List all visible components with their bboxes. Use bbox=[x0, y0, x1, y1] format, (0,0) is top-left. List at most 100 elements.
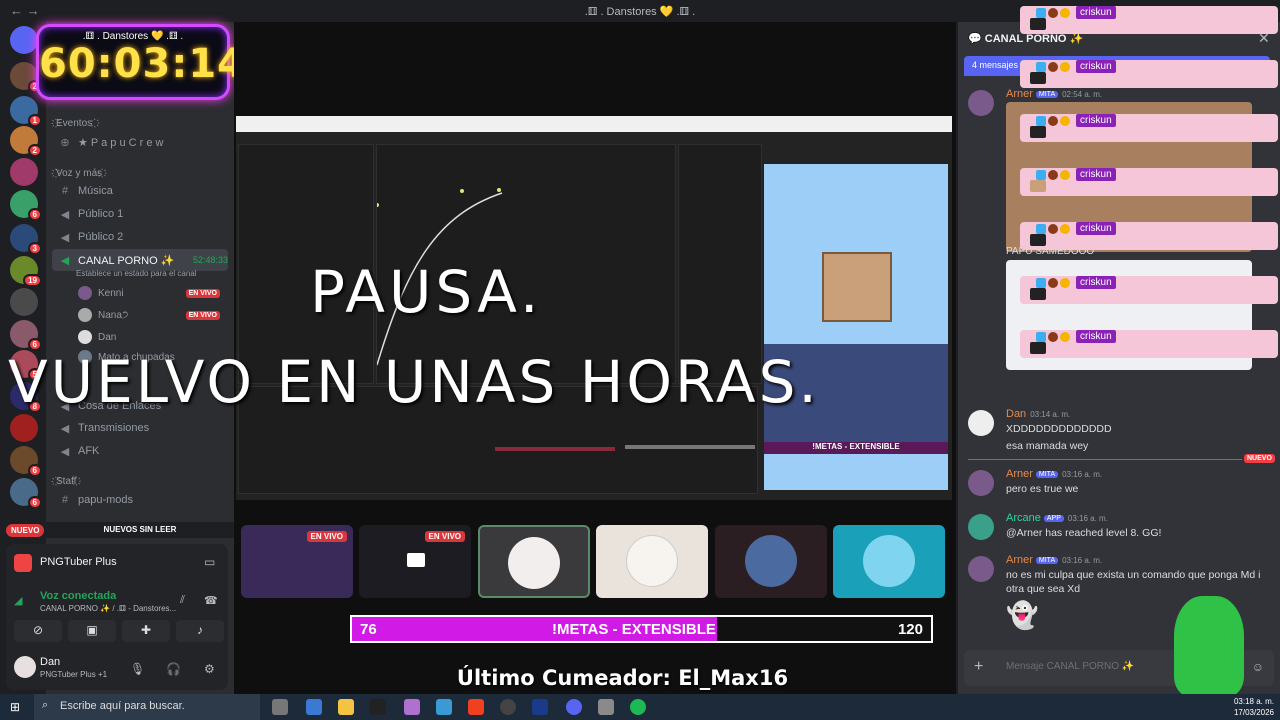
channel-musica[interactable]: # Música bbox=[58, 181, 228, 201]
noise-icon[interactable]: ⫽ bbox=[180, 594, 185, 607]
avatar bbox=[508, 537, 560, 589]
taskbar-search[interactable]: ⌕ Escribe aquí para buscar. bbox=[34, 694, 260, 720]
metas-label: !METAS - EXTENSIBLE bbox=[552, 621, 716, 638]
speaker-icon: ◀ bbox=[60, 208, 70, 221]
taskbar: ⊞ ⌕ Escribe aquí para buscar. 03:18 a. m.… bbox=[0, 694, 1280, 720]
stream-tile[interactable]: EN VIVO bbox=[241, 525, 353, 598]
channel-status-hint[interactable]: Establece un estado para el canal bbox=[76, 267, 228, 279]
server-icon[interactable]: 6 bbox=[10, 446, 42, 477]
spotify-icon[interactable] bbox=[630, 699, 646, 715]
voice-channel[interactable]: CANAL PORNO ✨ / .⚅ - Danstores... bbox=[40, 604, 176, 613]
speaker-icon: ◀ bbox=[60, 231, 70, 244]
soundboard-button[interactable]: ♪ bbox=[176, 620, 224, 642]
ae-menubar bbox=[236, 116, 952, 132]
server-icon[interactable]: 6 bbox=[10, 320, 42, 351]
pause-overlay-line1: PAUSA. bbox=[310, 258, 543, 326]
voice-user[interactable]: Dan bbox=[78, 328, 228, 346]
category-eventos[interactable]: ҉Eventos ҉ bbox=[56, 118, 95, 129]
chat-text: esa mamada wey bbox=[1006, 440, 1089, 452]
brave-icon[interactable] bbox=[468, 699, 484, 715]
papu-crew-label[interactable]: ⊕ ★ P a p u C r e w bbox=[58, 132, 228, 152]
category-voz[interactable]: ҉Voz y más҉ bbox=[56, 168, 102, 179]
folder-icon[interactable] bbox=[338, 699, 354, 715]
headphones-icon[interactable]: 🎧 bbox=[166, 662, 181, 676]
mic-icon[interactable]: 🎙 bbox=[130, 662, 145, 676]
alert-row: criskun bbox=[1020, 168, 1278, 196]
unread-banner[interactable]: NUEVOS SIN LEER bbox=[46, 522, 234, 538]
voice-status[interactable]: Voz conectada bbox=[40, 590, 116, 602]
avatar[interactable] bbox=[968, 470, 994, 496]
discord-home-icon[interactable] bbox=[10, 26, 38, 54]
timer-value: 60:03:14 bbox=[39, 41, 246, 87]
server-icon[interactable]: 19 bbox=[10, 256, 42, 287]
activities-button[interactable]: ✚ bbox=[122, 620, 170, 642]
avatar bbox=[78, 308, 92, 322]
taskbar-app-icon[interactable] bbox=[272, 699, 288, 715]
avatar bbox=[78, 330, 92, 344]
taskbar-app-icon[interactable] bbox=[598, 699, 614, 715]
avatar[interactable] bbox=[968, 514, 994, 540]
server-icon[interactable] bbox=[10, 288, 38, 316]
taskbar-app-icon[interactable] bbox=[436, 699, 452, 715]
channel-afk[interactable]: ◀ AFK bbox=[58, 441, 228, 461]
alert-row: criskun bbox=[1020, 6, 1278, 34]
server-icon[interactable] bbox=[10, 158, 38, 186]
discord-icon[interactable] bbox=[566, 699, 582, 715]
speaker-icon: ◀ bbox=[60, 445, 70, 458]
server-icon[interactable]: 3 bbox=[10, 224, 42, 255]
stream-button[interactable]: ▣ bbox=[68, 620, 116, 642]
alert-row: criskun bbox=[1020, 222, 1278, 250]
cat-picture bbox=[822, 252, 892, 322]
channel-publico-1[interactable]: ◀ Público 1 bbox=[58, 204, 228, 224]
server-icon[interactable]: 6 bbox=[10, 190, 42, 221]
avatar[interactable] bbox=[968, 410, 994, 436]
server-icon[interactable]: 1 bbox=[10, 96, 42, 127]
server-icon[interactable]: 6 bbox=[10, 478, 42, 509]
category-staff[interactable]: ҉Staff҉ bbox=[56, 476, 76, 487]
hash-icon: # bbox=[61, 494, 69, 506]
user-status: PNGTuber Plus +1 bbox=[40, 670, 108, 679]
voice-user-tile[interactable] bbox=[833, 525, 945, 598]
nuevo-divider-badge: NUEVO bbox=[1244, 454, 1275, 463]
new-divider bbox=[968, 459, 1242, 460]
server-icon[interactable]: 2 bbox=[10, 62, 42, 93]
speaker-icon: ◀ bbox=[60, 422, 70, 435]
obs-icon[interactable] bbox=[500, 699, 516, 715]
taskbar-app-icon[interactable] bbox=[370, 699, 386, 715]
stream-timer: .⚅ . Danstores 💛 .⚅ . 60:03:14 bbox=[36, 24, 246, 100]
avatar bbox=[78, 286, 92, 300]
settings-gear-icon[interactable]: ⚙ bbox=[204, 662, 215, 676]
taskbar-app-icon[interactable] bbox=[306, 699, 322, 715]
search-icon: ⌕ bbox=[42, 699, 49, 711]
taskbar-app-icon[interactable] bbox=[404, 699, 420, 715]
nuevo-badge[interactable]: NUEVO bbox=[6, 524, 45, 537]
app-name: PNGTuber Plus bbox=[40, 556, 117, 568]
pngtuber-avatar bbox=[1174, 596, 1244, 696]
voice-user[interactable]: Kenni EN VIVO bbox=[78, 284, 228, 302]
metas-progress-bar: 76 !METAS - EXTENSIBLE 120 bbox=[350, 615, 933, 643]
voice-user-tile[interactable] bbox=[596, 525, 708, 598]
disconnect-icon[interactable]: ☎ bbox=[204, 594, 218, 607]
avatar[interactable] bbox=[968, 556, 994, 582]
windows-start-icon[interactable]: ⊞ bbox=[10, 700, 20, 714]
avatar[interactable] bbox=[968, 90, 994, 116]
after-effects-icon[interactable] bbox=[532, 699, 548, 715]
camera-button[interactable]: ⊘ bbox=[14, 620, 62, 642]
stream-tile[interactable]: EN VIVO bbox=[359, 525, 471, 598]
server-icon[interactable]: 2 bbox=[10, 126, 42, 157]
server-icon[interactable] bbox=[10, 414, 38, 442]
clock[interactable]: 03:18 a. m. 17/03/2026 bbox=[1234, 696, 1274, 718]
channel-publico-2[interactable]: ◀ Público 2 bbox=[58, 227, 228, 247]
screen-share-icon[interactable]: ▭ bbox=[204, 555, 215, 569]
chat-bubble-icon: 💬 bbox=[968, 33, 985, 45]
channel-papu-mods[interactable]: # papu-mods bbox=[58, 490, 228, 510]
plus-icon[interactable]: + bbox=[974, 658, 983, 676]
ghost-emoji-icon: 👻 bbox=[1006, 600, 1039, 630]
emoji-icon[interactable]: ☺ bbox=[1252, 660, 1264, 674]
voice-user[interactable]: Nana੭ EN VIVO bbox=[78, 306, 228, 324]
voice-user-tile[interactable] bbox=[715, 525, 827, 598]
user-avatar[interactable] bbox=[14, 656, 36, 678]
avatar bbox=[863, 535, 915, 587]
voice-user-tile[interactable] bbox=[478, 525, 590, 598]
channel-transmisiones[interactable]: ◀ Transmisiones bbox=[58, 418, 228, 438]
